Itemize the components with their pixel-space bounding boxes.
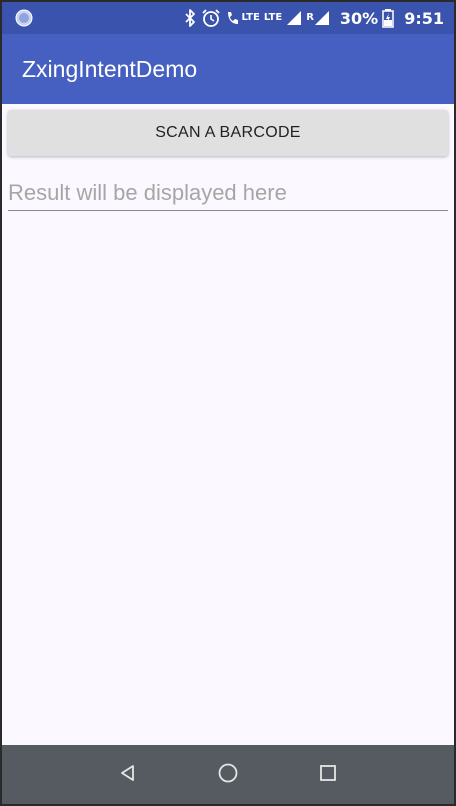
notification-dot-icon — [15, 9, 33, 27]
navigation-bar — [2, 745, 454, 804]
status-clock: 9:51 — [404, 8, 444, 28]
roaming-signal-icon: R — [306, 10, 330, 26]
recents-square-icon — [318, 763, 338, 787]
app-screen: LTE LTE R 30% 9:51 ZxingIntentDemo SCAN … — [2, 2, 454, 804]
lte-label-2: LTE — [263, 12, 283, 23]
home-circle-icon — [217, 762, 239, 788]
result-field[interactable] — [8, 176, 448, 211]
battery-percent: 30% — [339, 8, 379, 28]
back-triangle-icon — [118, 763, 138, 787]
roaming-label: R — [306, 12, 314, 23]
scan-barcode-button[interactable]: SCAN A BARCODE — [8, 110, 448, 156]
home-button[interactable] — [204, 751, 252, 799]
signal-strength-icon — [286, 10, 302, 26]
status-icons: LTE LTE R 30% 9:51 — [183, 8, 454, 28]
app-bar: ZxingIntentDemo — [2, 34, 454, 104]
status-bar: LTE LTE R 30% 9:51 — [2, 2, 454, 34]
scan-button-label: SCAN A BARCODE — [155, 124, 301, 141]
lte-network-icon: LTE — [264, 13, 282, 23]
recents-button[interactable] — [304, 751, 352, 799]
battery-charging-icon — [382, 8, 394, 28]
notification-area — [15, 8, 35, 28]
wifi-calling-icon: LTE — [225, 9, 260, 27]
bluetooth-icon — [183, 9, 197, 27]
lte-label-1: LTE — [241, 12, 260, 23]
app-title: ZxingIntentDemo — [22, 55, 198, 82]
back-button[interactable] — [104, 751, 152, 799]
alarm-clock-icon — [201, 8, 221, 28]
